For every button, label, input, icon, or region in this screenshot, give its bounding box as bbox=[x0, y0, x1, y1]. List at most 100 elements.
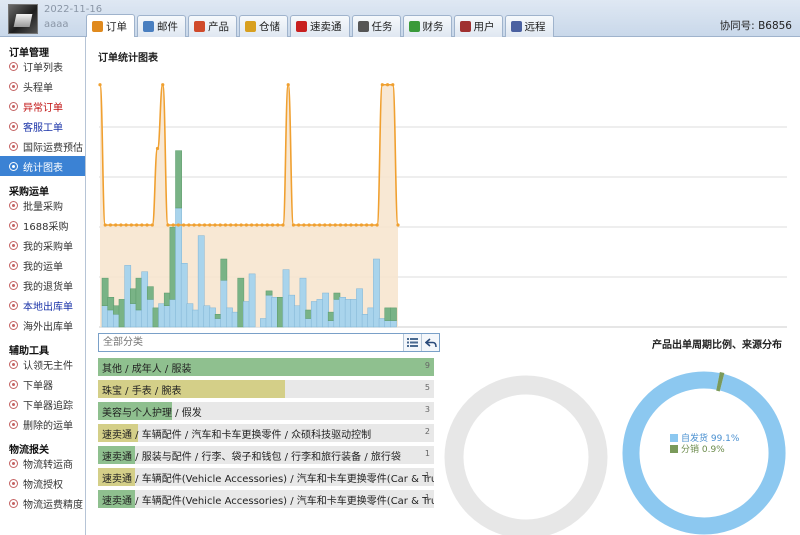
chart-point bbox=[140, 223, 144, 227]
chart-bar-blue bbox=[101, 305, 109, 328]
chart-bar-blue bbox=[282, 269, 290, 328]
legend-swatch bbox=[670, 433, 678, 442]
tab-task[interactable]: 任务 bbox=[351, 15, 401, 37]
list-icon[interactable] bbox=[403, 334, 421, 351]
sidebar-item[interactable]: 物流运费精度 bbox=[0, 493, 85, 513]
chart-bar-blue bbox=[203, 305, 211, 328]
chart-bar-blue bbox=[384, 320, 392, 328]
tab-label: 远程 bbox=[524, 21, 546, 33]
legend-label: 分销 0.9% bbox=[681, 445, 725, 455]
category-count: 1 bbox=[424, 449, 430, 458]
tab-order[interactable]: 订单 bbox=[86, 14, 135, 37]
chart-bar-blue bbox=[356, 288, 363, 328]
tab-label: 仓储 bbox=[259, 21, 280, 33]
sidebar-item-label: 1688采购 bbox=[23, 221, 69, 233]
tab-user[interactable]: 用户 bbox=[453, 15, 503, 37]
chart-bar-green bbox=[305, 309, 312, 319]
sidebar-item[interactable]: 我的退货单 bbox=[0, 275, 85, 295]
chart-point bbox=[359, 223, 364, 227]
tab-label: 邮件 bbox=[157, 21, 178, 33]
tab-label: 任务 bbox=[371, 21, 393, 33]
tab-mail[interactable]: 邮件 bbox=[137, 15, 186, 37]
bullet-icon bbox=[9, 121, 18, 131]
tab-warehouse[interactable]: 仓储 bbox=[239, 15, 288, 37]
user-avatar[interactable] bbox=[8, 4, 38, 34]
chart-bar-green bbox=[130, 288, 137, 304]
chart-point bbox=[145, 223, 149, 227]
category-label: 速卖通 / 车辆配件(Vehicle Accessories) / 汽车和卡车更… bbox=[102, 496, 434, 507]
sidebar-item[interactable]: 本地出库单 bbox=[0, 295, 85, 315]
chart-bar-blue bbox=[305, 318, 312, 328]
sidebar-item-label: 认领无主件 bbox=[23, 360, 73, 372]
category-filter bbox=[98, 333, 440, 352]
tab-remote[interactable]: 远程 bbox=[504, 15, 554, 37]
category-search-input[interactable] bbox=[99, 334, 403, 351]
category-row[interactable]: 珠宝 / 手表 / 腕表 5 bbox=[98, 380, 434, 398]
sidebar-item[interactable]: 海外出库单 bbox=[0, 315, 85, 335]
category-row[interactable]: 速卖通 / 服装与配件 / 行李、袋子和钱包 / 行李和旅行装备 / 旅行袋 1 bbox=[98, 446, 434, 464]
sidebar-item[interactable]: 国际运费预估 bbox=[0, 136, 85, 156]
sidebar-item-label: 我的运单 bbox=[23, 261, 63, 273]
chart-bar-green bbox=[333, 292, 341, 300]
sidebar-item[interactable]: 客服工单 bbox=[0, 116, 85, 136]
chart-point bbox=[119, 223, 123, 227]
back-icon[interactable] bbox=[421, 334, 439, 351]
tab-aliexpress[interactable]: 速卖通 bbox=[290, 15, 350, 37]
sidebar-item-label: 下单器 bbox=[23, 380, 53, 392]
sidebar-item[interactable]: 物流转运商 bbox=[0, 453, 85, 473]
main-panel: 订单统计图表 其他 / 成年人 / 服装 9 珠宝 / 手表 / 腕表 5 美容与个人护… bbox=[87, 38, 800, 535]
sidebar-item-label: 物流授权 bbox=[23, 479, 63, 491]
chart-point bbox=[202, 223, 207, 227]
sidebar-item-label: 物流转运商 bbox=[23, 459, 73, 471]
sidebar-item[interactable]: 异常订单 bbox=[0, 96, 85, 116]
aliexpress-icon bbox=[296, 21, 307, 32]
chart-point bbox=[103, 223, 107, 227]
sidebar-item-label: 海外出库单 bbox=[23, 321, 73, 333]
sidebar-item-label: 我的退货单 bbox=[23, 281, 73, 293]
tab-finance[interactable]: 财务 bbox=[402, 15, 452, 37]
sidebar-item[interactable]: 认领无主件 bbox=[0, 354, 85, 374]
sidebar-item[interactable]: 统计图表 bbox=[0, 156, 85, 176]
sidebar-item[interactable]: 下单器追踪 bbox=[0, 394, 85, 414]
sidebar-item[interactable]: 1688采购 bbox=[0, 215, 85, 235]
chart-point bbox=[291, 223, 296, 227]
sidebar-item[interactable]: 订单列表 bbox=[0, 56, 85, 76]
category-count: 9 bbox=[424, 361, 430, 370]
sidebar-item[interactable]: 我的运单 bbox=[0, 255, 85, 275]
sidebar-section-title: 订单管理 bbox=[9, 48, 49, 59]
bullet-icon bbox=[9, 498, 18, 508]
mail-icon bbox=[143, 21, 154, 32]
chart-bar-blue bbox=[327, 320, 335, 328]
chart-bar-blue bbox=[367, 307, 375, 328]
chart-bar-blue bbox=[107, 309, 115, 328]
tab-product[interactable]: 产品 bbox=[188, 15, 237, 37]
chart-point bbox=[354, 223, 358, 227]
sidebar-section-title: 采购运单 bbox=[9, 187, 49, 198]
bullet-icon bbox=[9, 419, 18, 429]
sidebar-item[interactable]: 下单器 bbox=[0, 374, 85, 394]
sidebar-item[interactable]: 我的采购单 bbox=[0, 235, 85, 255]
chart-point bbox=[297, 223, 301, 227]
category-row[interactable]: 速卖通 / 车辆配件(Vehicle Accessories) / 汽车和卡车更… bbox=[98, 468, 434, 486]
category-count: 3 bbox=[424, 405, 430, 414]
category-row[interactable]: 美容与个人护理 / 假发 3 bbox=[98, 402, 434, 420]
chart-bar-blue bbox=[130, 303, 137, 328]
sidebar-item[interactable]: 头程单 bbox=[0, 76, 85, 96]
chart-bar-blue bbox=[260, 318, 267, 328]
bullet-icon bbox=[9, 101, 18, 111]
chart-bar-blue bbox=[310, 301, 318, 328]
chart-point bbox=[192, 223, 196, 227]
chart-point bbox=[333, 223, 337, 227]
sidebar-item[interactable]: 批量采购 bbox=[0, 195, 85, 215]
sidebar-item-label: 下单器追踪 bbox=[23, 400, 73, 412]
chart-bar-blue bbox=[135, 309, 143, 328]
source-legend: 自发货 99.1% 分销 0.9% bbox=[670, 432, 739, 455]
sidebar-item[interactable]: 删除的运单 bbox=[0, 414, 85, 434]
category-row[interactable]: 速卖通 / 车辆配件(Vehicle Accessories) / 汽车和卡车更… bbox=[98, 490, 434, 508]
sidebar-item[interactable]: 物流授权 bbox=[0, 473, 85, 493]
tab-label: 财务 bbox=[422, 21, 444, 33]
category-row[interactable]: 速卖通 / 车辆配件 / 汽车和卡车更换零件 / 众硕科技驱动控制 2 bbox=[98, 424, 434, 442]
chart-point bbox=[213, 223, 217, 227]
category-row[interactable]: 其他 / 成年人 / 服装 9 bbox=[98, 358, 434, 376]
chart-bar-blue bbox=[243, 301, 250, 328]
